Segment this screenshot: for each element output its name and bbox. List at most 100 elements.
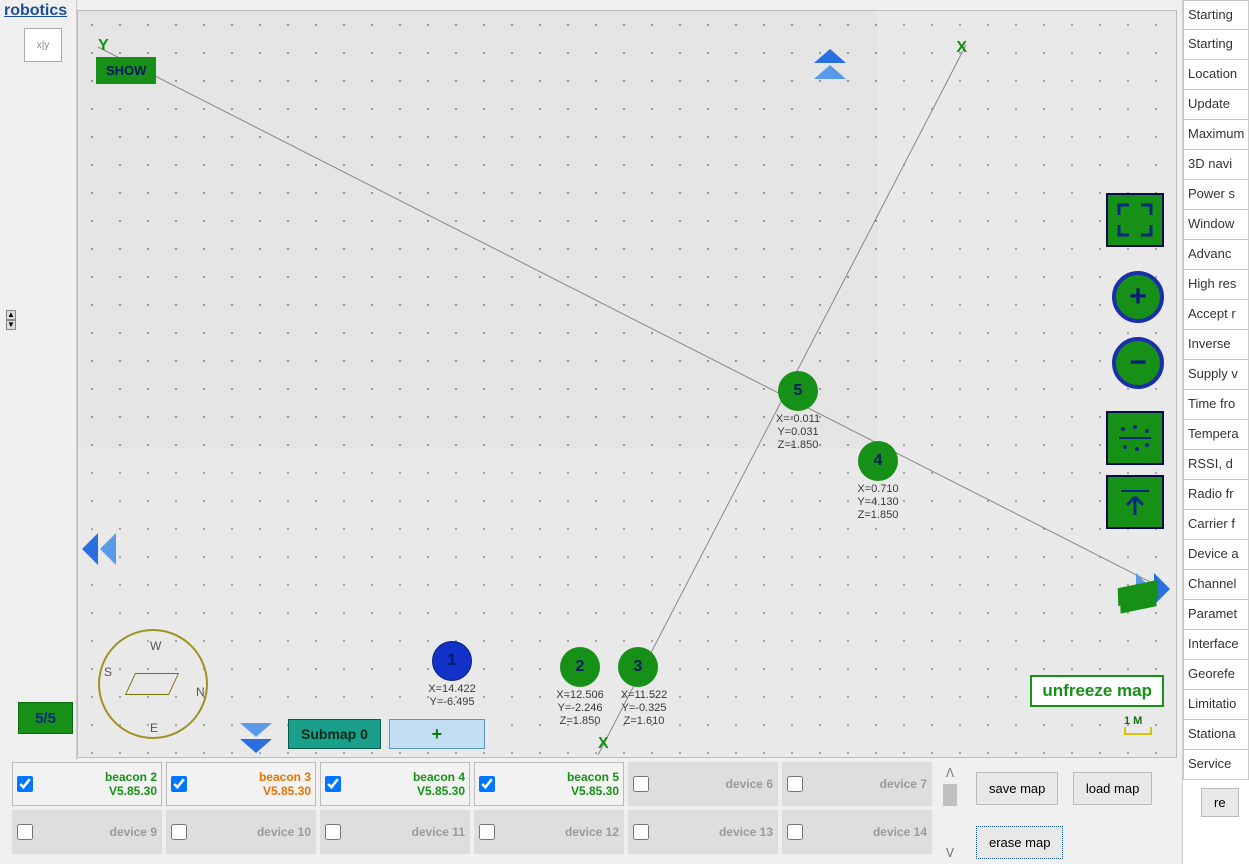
device-tile[interactable]: device 10: [166, 810, 316, 854]
scroll-up-icon[interactable]: ᐱ: [940, 766, 960, 780]
device-checkbox[interactable]: [479, 824, 495, 840]
settings-row[interactable]: RSSI, d: [1183, 450, 1249, 480]
device-tile[interactable]: device 7: [782, 762, 932, 806]
settings-row[interactable]: Time fro: [1183, 390, 1249, 420]
device-version: V5.85.30: [191, 784, 311, 798]
device-checkbox[interactable]: [787, 824, 803, 840]
beacon-5-coords: X=-0.011Y=0.031Z=1.850: [758, 413, 838, 452]
submap-row: Submap 0 +: [288, 719, 485, 749]
scroll-thumb[interactable]: [943, 784, 957, 806]
device-name: device 9: [37, 825, 157, 839]
settings-row[interactable]: Channel: [1183, 570, 1249, 600]
settings-row[interactable]: Carrier f: [1183, 510, 1249, 540]
device-checkbox[interactable]: [325, 824, 341, 840]
device-scrollbar[interactable]: ᐱ ᐯ: [940, 766, 960, 856]
settings-row[interactable]: Stationa: [1183, 720, 1249, 750]
device-checkbox[interactable]: [17, 824, 33, 840]
settings-row[interactable]: Paramet: [1183, 600, 1249, 630]
device-checkbox[interactable]: [787, 776, 803, 792]
submap-button[interactable]: Submap 0: [288, 719, 381, 749]
device-checkbox[interactable]: [633, 824, 649, 840]
settings-row[interactable]: Device a: [1183, 540, 1249, 570]
dots-view-button[interactable]: [1106, 411, 1164, 465]
value-spinner[interactable]: ▲ ▼: [6, 310, 16, 330]
settings-row[interactable]: 3D navi: [1183, 150, 1249, 180]
zoom-in-button[interactable]: +: [1112, 271, 1164, 323]
settings-row[interactable]: Radio fr: [1183, 480, 1249, 510]
spin-up-icon[interactable]: ▲: [6, 310, 16, 320]
settings-row[interactable]: Advanc: [1183, 240, 1249, 270]
save-map-button[interactable]: save map: [976, 772, 1058, 805]
fullscreen-button[interactable]: [1106, 193, 1164, 247]
device-name: beacon 3: [191, 770, 311, 784]
beacon-node-4[interactable]: 4: [858, 441, 898, 481]
spin-down-icon[interactable]: ▼: [6, 320, 16, 330]
settings-re-button[interactable]: re: [1201, 788, 1239, 817]
scroll-down-icon[interactable]: ᐯ: [940, 846, 960, 860]
map-scale: 1 M: [1124, 715, 1152, 735]
settings-row[interactable]: High res: [1183, 270, 1249, 300]
device-checkbox[interactable]: [17, 776, 33, 792]
settings-row[interactable]: Inverse: [1183, 330, 1249, 360]
settings-row[interactable]: Accept r: [1183, 300, 1249, 330]
map-canvas[interactable]: Y X X SHOW + − unfreeze map 1 M 5 X=-0.0…: [77, 10, 1177, 758]
device-name: beacon 2: [37, 770, 157, 784]
map-axes-lines: [78, 11, 1176, 757]
load-map-button[interactable]: load map: [1073, 772, 1152, 805]
pan-up-icon[interactable]: [812, 49, 848, 89]
device-name: beacon 4: [345, 770, 465, 784]
device-version: V5.85.30: [499, 784, 619, 798]
settings-row[interactable]: Limitatio: [1183, 690, 1249, 720]
brand-link[interactable]: robotics: [0, 0, 76, 22]
device-tile[interactable]: beacon 2V5.85.30: [12, 762, 162, 806]
device-checkbox[interactable]: [633, 776, 649, 792]
settings-row[interactable]: Starting: [1183, 30, 1249, 60]
device-tile[interactable]: device 14: [782, 810, 932, 854]
zoom-out-button[interactable]: −: [1112, 337, 1164, 389]
settings-row[interactable]: Supply v: [1183, 360, 1249, 390]
show-button[interactable]: SHOW: [96, 57, 156, 84]
device-version: V5.85.30: [345, 784, 465, 798]
settings-row[interactable]: Starting: [1183, 0, 1249, 30]
device-name: device 10: [191, 825, 311, 839]
compass-s: S: [104, 665, 112, 679]
device-tile[interactable]: beacon 5V5.85.30: [474, 762, 624, 806]
device-checkbox[interactable]: [171, 824, 187, 840]
settings-row[interactable]: Location: [1183, 60, 1249, 90]
beacon-node-3[interactable]: 3: [618, 647, 658, 687]
pan-down-icon[interactable]: [238, 713, 274, 753]
settings-row[interactable]: Maximum: [1183, 120, 1249, 150]
device-tile[interactable]: device 6: [628, 762, 778, 806]
submap-add-button[interactable]: +: [389, 719, 485, 749]
device-checkbox[interactable]: [479, 776, 495, 792]
device-tile[interactable]: device 13: [628, 810, 778, 854]
scale-bar-icon: [1124, 727, 1152, 735]
device-checkbox[interactable]: [325, 776, 341, 792]
device-tile[interactable]: beacon 3V5.85.30: [166, 762, 316, 806]
settings-row[interactable]: Tempera: [1183, 420, 1249, 450]
beacon-node-2[interactable]: 2: [560, 647, 600, 687]
device-checkbox[interactable]: [171, 776, 187, 792]
axis-y-label: Y: [98, 37, 109, 55]
dots-icon: [1115, 419, 1155, 457]
xy-axes-icon[interactable]: x|y: [24, 28, 62, 62]
pan-left-icon[interactable]: [82, 531, 126, 567]
compass: W N E S: [98, 629, 218, 749]
up-layer-button[interactable]: [1106, 475, 1164, 529]
device-name: device 14: [807, 825, 927, 839]
settings-row[interactable]: Service: [1183, 750, 1249, 780]
device-tile[interactable]: device 11: [320, 810, 470, 854]
unfreeze-map-button[interactable]: unfreeze map: [1030, 675, 1164, 707]
settings-row[interactable]: Window: [1183, 210, 1249, 240]
device-tile[interactable]: beacon 4V5.85.30: [320, 762, 470, 806]
settings-row[interactable]: Interface: [1183, 630, 1249, 660]
hedgehog-node-1[interactable]: 1: [432, 641, 472, 681]
beacon-node-5[interactable]: 5: [778, 371, 818, 411]
erase-map-button[interactable]: erase map: [976, 826, 1063, 859]
device-tile[interactable]: device 12: [474, 810, 624, 854]
device-tile[interactable]: device 9: [12, 810, 162, 854]
settings-row[interactable]: Power s: [1183, 180, 1249, 210]
arrow-up-icon: [1115, 483, 1155, 521]
settings-row[interactable]: Update: [1183, 90, 1249, 120]
settings-row[interactable]: Georefe: [1183, 660, 1249, 690]
